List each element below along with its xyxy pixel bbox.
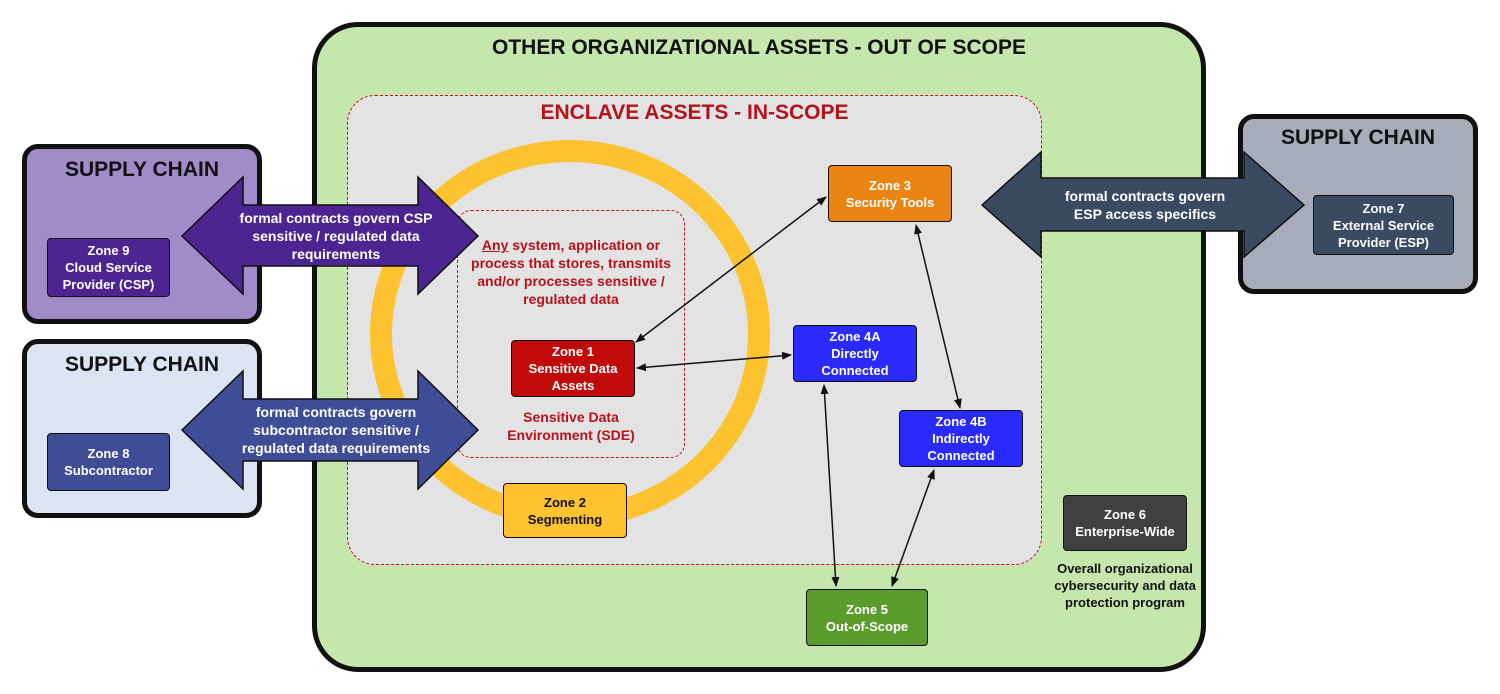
connector-zone4a-zone5 xyxy=(820,384,840,587)
zone-8-subcontractor[interactable]: Zone 8 Subcontractor xyxy=(47,433,170,491)
connector-zone4b-zone5 xyxy=(891,469,935,587)
zone-label: Assets xyxy=(551,378,595,393)
zone-1-sensitive-data-assets[interactable]: Zone 1 Sensitive Data Assets xyxy=(511,340,635,397)
zone-label: Zone 3 xyxy=(869,177,911,193)
zone-label: External Service xyxy=(1332,217,1435,233)
description-line: Overall organizational xyxy=(1057,561,1193,576)
subcontractor-arrow-text: formal contracts govern subcontractor se… xyxy=(218,403,454,457)
zone-label: Provider (CSP) xyxy=(62,277,155,292)
zone-label: Zone 1 xyxy=(552,344,594,359)
zone-label: Directly xyxy=(831,346,879,361)
zone-2-segmenting[interactable]: Zone 2 Segmenting xyxy=(503,483,627,538)
zone-label: Sensitive Data xyxy=(528,361,618,376)
arrow-text-line: regulated data requirements xyxy=(241,440,431,456)
arrow-text-line: subcontractor sensitive / xyxy=(253,422,419,438)
arrow-text-line: sensitive / regulated data xyxy=(252,228,420,244)
connector-zone1-zone4a xyxy=(636,351,792,372)
description-line: protection program xyxy=(1065,595,1185,610)
zone-5-out-of-scope[interactable]: Zone 5 Out-of-Scope xyxy=(806,589,928,646)
zone-4b-indirectly-connected[interactable]: Zone 4B Indirectly Connected xyxy=(899,410,1023,467)
zone-label: Zone 4A xyxy=(829,329,881,344)
zone-3-security-tools[interactable]: Zone 3 Security Tools xyxy=(828,165,952,222)
zone-label: Connected xyxy=(927,448,995,463)
zone-label: Connected xyxy=(821,363,889,378)
zone-7-external-service-provider[interactable]: Zone 7 External Service Provider (ESP) xyxy=(1313,195,1454,255)
description-line: cybersecurity and data xyxy=(1054,578,1196,593)
arrow-text-line: formal contracts govern CSP xyxy=(239,210,433,226)
esp-arrow-text: formal contracts govern ESP access speci… xyxy=(1020,187,1270,223)
zone-label: Indirectly xyxy=(932,431,990,446)
zone-label: Zone 8 xyxy=(87,446,130,461)
zone-label: Cloud Service xyxy=(65,260,152,275)
connector-zone1-zone3 xyxy=(635,196,827,343)
csp-arrow-text: formal contracts govern CSP sensitive / … xyxy=(218,209,454,263)
zone-label: Subcontractor xyxy=(64,463,153,478)
zone-label: Provider (ESP) xyxy=(1337,234,1430,250)
connector-layer xyxy=(180,150,1306,587)
zone-label: Zone 6 xyxy=(1104,507,1146,522)
arrow-text-line: formal contracts govern xyxy=(1064,188,1226,204)
zone-label: Zone 7 xyxy=(1362,200,1405,216)
connector-zone3-zone4b xyxy=(914,224,962,409)
arrow-text-line: formal contracts govern xyxy=(255,404,417,420)
arrow-text-line: ESP access specifics xyxy=(1073,206,1217,222)
zone-label: Enterprise-Wide xyxy=(1075,524,1175,539)
zone-9-cloud-service-provider[interactable]: Zone 9 Cloud Service Provider (CSP) xyxy=(47,238,170,297)
zone-6-enterprise-wide[interactable]: Zone 6 Enterprise-Wide xyxy=(1063,495,1187,551)
zone-label: Zone 5 xyxy=(846,601,888,617)
zone-6-description: Overall organizational cybersecurity and… xyxy=(1030,560,1220,611)
zone-label: Zone 9 xyxy=(87,243,130,258)
zone-label: Security Tools xyxy=(845,194,935,210)
zone-label: Zone 4B xyxy=(935,414,987,429)
zone-label: Zone 2 xyxy=(544,494,586,510)
zone-label: Segmenting xyxy=(527,511,603,527)
zone-label: Out-of-Scope xyxy=(825,618,909,634)
zone-4a-directly-connected[interactable]: Zone 4A Directly Connected xyxy=(793,325,917,382)
arrow-text-line: requirements xyxy=(291,246,381,262)
